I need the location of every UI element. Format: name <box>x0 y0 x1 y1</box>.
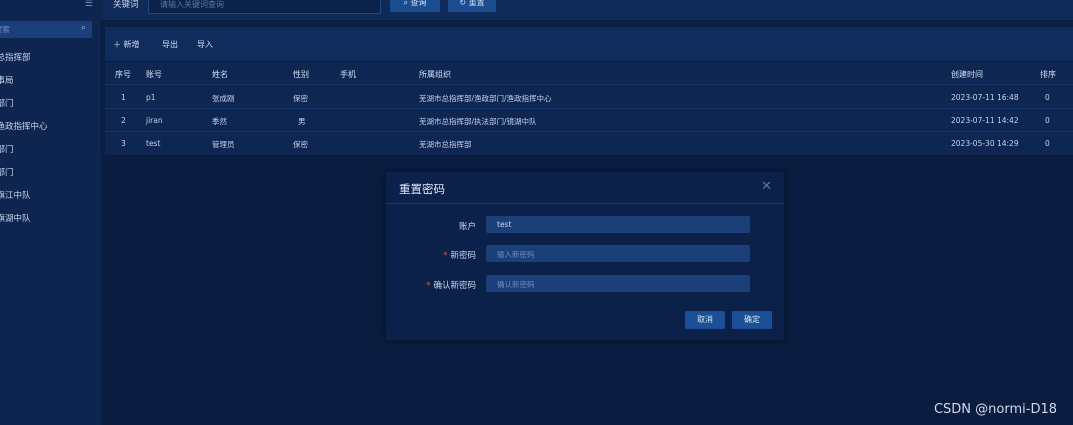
cell-seq: 2 <box>121 116 126 125</box>
cell-name: 张成刚 <box>212 94 235 103</box>
account-label-text: 账户 <box>458 222 476 232</box>
sidebar-search-placeholder: 搜索 <box>0 25 10 34</box>
cell-gender: 保密 <box>293 94 308 103</box>
add-label: 新增 <box>123 40 140 49</box>
keyword-input[interactable]: 请输入关键词查询 <box>148 0 381 14</box>
cell-name: 管理员 <box>212 140 235 149</box>
cell-account: test <box>146 139 161 148</box>
cell-account: p1 <box>146 93 156 102</box>
column-header[interactable]: 创建时间 <box>951 69 983 80</box>
close-icon[interactable]: ✕ <box>761 179 772 194</box>
cell-name: 季然 <box>212 117 227 126</box>
column-header[interactable]: 排序 <box>1040 69 1056 80</box>
new-password-label: * 新密码 <box>386 249 476 261</box>
required-mark: * <box>443 251 448 261</box>
sidebar-search-input[interactable]: 搜索 ⌕ <box>0 21 92 38</box>
cell-org: 芜湖市总指挥部 <box>419 140 472 149</box>
row-divider <box>105 131 1073 132</box>
query-button[interactable]: ⌕ 查询 <box>390 0 440 12</box>
cell-seq: 1 <box>121 93 126 102</box>
tree-item[interactable]: 政部门 <box>0 97 14 109</box>
tree-item[interactable]: 利部门 <box>0 143 14 155</box>
column-header[interactable]: 账号 <box>146 69 162 80</box>
sidebar: ☰ 搜索 ⌕ 市总指挥部 行事局 政部门 、渔政指挥中心 利部门 法部门 、旗江… <box>0 0 102 425</box>
tree-item[interactable]: 法部门 <box>0 166 14 178</box>
account-label: 账户 <box>386 220 476 232</box>
cell-order: 0 <box>1045 93 1050 102</box>
new-password-input[interactable]: 输入新密码 <box>486 245 750 262</box>
export-button[interactable]: 导出 <box>162 39 178 50</box>
column-header[interactable]: 序号 <box>115 69 131 80</box>
cancel-button[interactable]: 取消 <box>685 311 725 329</box>
dialog-title: 重置密码 <box>399 182 445 196</box>
column-header[interactable]: 所属组织 <box>419 69 451 80</box>
required-mark: * <box>426 281 431 291</box>
search-icon[interactable]: ⌕ <box>81 23 86 33</box>
dialog-divider <box>386 203 784 204</box>
toolbar <box>105 27 1073 62</box>
watermark: CSDN @normi-D18 <box>933 402 1057 417</box>
cell-created: 2023-07-11 16:48 <box>951 93 1019 102</box>
import-button[interactable]: 导入 <box>197 39 213 50</box>
refresh-icon: ↻ <box>459 0 467 7</box>
column-header[interactable]: 姓名 <box>212 69 228 80</box>
cell-order: 0 <box>1045 139 1050 148</box>
tree-item[interactable]: 、旗江中队 <box>0 189 31 201</box>
new-password-placeholder: 输入新密码 <box>497 250 535 259</box>
cell-gender: 男 <box>298 117 306 126</box>
cell-created: 2023-07-11 14:42 <box>951 116 1019 125</box>
cell-org: 芜湖市总指挥部/执法部门/镜湖中队 <box>419 117 537 126</box>
query-label: 查询 <box>410 0 427 7</box>
column-header[interactable]: 手机 <box>340 69 356 80</box>
cell-seq: 3 <box>121 139 126 148</box>
add-button[interactable]: ＋ 新增 <box>113 39 140 50</box>
account-field[interactable]: test <box>486 216 750 233</box>
reset-password-dialog: 重置密码 ✕ 账户 test * 新密码 输入新密码 * 确认新密码 确认新密码 取… <box>386 172 784 340</box>
row-divider <box>105 84 1073 85</box>
confirm-password-input[interactable]: 确认新密码 <box>486 275 750 292</box>
table-panel: ＋ 新增 导出 导入 序号 账号 姓名 性别 手机 所属组织 创建时间 排序 1… <box>105 27 1073 155</box>
search-icon: ⌕ <box>403 0 408 7</box>
keyword-placeholder: 请输入关键词查询 <box>160 0 224 9</box>
tree-item[interactable]: 、渔政指挥中心 <box>0 120 48 132</box>
tree-item[interactable]: 、旗湖中队 <box>0 212 31 224</box>
row-divider <box>105 108 1073 109</box>
plus-icon: ＋ <box>113 40 121 49</box>
confirm-password-placeholder: 确认新密码 <box>497 280 535 289</box>
tree-item[interactable]: 行事局 <box>0 74 14 86</box>
new-password-label-text: 新密码 <box>450 251 476 261</box>
reset-label: 重置 <box>468 0 485 7</box>
column-header[interactable]: 性别 <box>293 69 309 80</box>
cell-created: 2023-05-30 14:29 <box>951 139 1019 148</box>
keyword-label: 关键词 <box>113 0 139 10</box>
confirm-password-label: * 确认新密码 <box>386 279 476 291</box>
hamburger-icon[interactable]: ☰ <box>85 0 93 9</box>
cell-order: 0 <box>1045 116 1050 125</box>
ok-button[interactable]: 确定 <box>732 311 772 329</box>
confirm-password-label-text: 确认新密码 <box>433 281 476 291</box>
account-value: test <box>497 220 512 229</box>
tree-item[interactable]: 市总指挥部 <box>0 51 31 63</box>
cell-gender: 保密 <box>293 140 308 149</box>
reset-button[interactable]: ↻ 重置 <box>448 0 496 12</box>
cell-org: 芜湖市总指挥部/渔政部门/渔政指挥中心 <box>419 94 552 103</box>
cell-account: jiran <box>146 116 163 125</box>
